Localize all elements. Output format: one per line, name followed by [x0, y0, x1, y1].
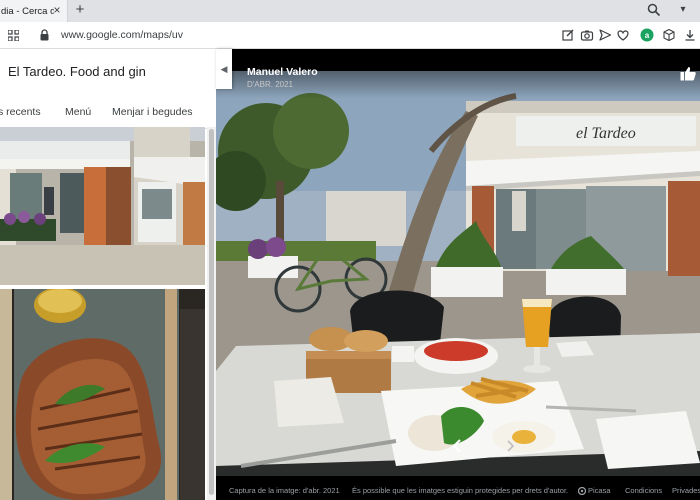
lock-icon	[40, 29, 49, 41]
camera-icon[interactable]	[580, 28, 594, 42]
browser-tab[interactable]: dia - Cerca de ×	[0, 0, 68, 22]
tab-menu[interactable]: Menú	[65, 106, 91, 118]
chevron-left-icon[interactable]	[452, 439, 462, 453]
tab-title: dia - Cerca de	[1, 5, 54, 17]
close-icon[interactable]: ×	[51, 4, 63, 16]
thumbs-up-icon[interactable]	[680, 66, 696, 81]
apps-grid-icon[interactable]	[8, 30, 19, 41]
place-tabs: s recents Menú Menjar i begudes	[0, 99, 216, 129]
svg-text:el Tardeo: el Tardeo	[576, 125, 636, 142]
conditions-link[interactable]: Condicions	[625, 486, 662, 495]
url-field[interactable]: www.google.com/maps/uv	[61, 29, 183, 41]
viewer-footer: Captura de la imatge: d'abr. 2021 És pos…	[216, 476, 700, 500]
svg-text:a: a	[645, 31, 650, 40]
search-icon[interactable]	[647, 3, 661, 17]
capture-date-text: Captura de la imatge: d'abr. 2021	[229, 486, 340, 495]
collapse-panel-button[interactable]: ◀	[216, 49, 232, 89]
photo-author[interactable]: Manuel Valero	[247, 66, 318, 78]
chevron-right-icon[interactable]	[506, 440, 515, 452]
address-bar: www.google.com/maps/uv a	[0, 22, 700, 49]
photo-date: D'ABR. 2021	[247, 80, 293, 89]
storefront-photo-thumbnail[interactable]	[0, 127, 205, 285]
browser-tab-strip: dia - Cerca de × + ▾	[0, 0, 700, 22]
edit-icon[interactable]	[561, 28, 575, 42]
scrollbar-thumb[interactable]	[209, 129, 214, 495]
new-tab-icon[interactable]: +	[72, 2, 88, 18]
place-title: El Tardeo. Food and gin	[8, 64, 146, 79]
tab-food-drinks[interactable]: Menjar i begudes	[112, 106, 193, 118]
chevron-down-icon[interactable]: ▾	[676, 3, 690, 17]
download-icon[interactable]	[683, 28, 697, 42]
place-panel: El Tardeo. Food and gin s recents Menú M…	[0, 49, 216, 500]
send-icon[interactable]	[598, 28, 612, 42]
cube-icon[interactable]	[662, 28, 676, 42]
picasa-link[interactable]: Picasa	[578, 486, 611, 495]
dish-photo-thumbnail[interactable]	[0, 289, 205, 500]
photo-viewer: el Tardeo Manuel Valero D'ABR. 2021 Capt…	[216, 49, 700, 500]
extension-badge-icon[interactable]: a	[640, 28, 654, 42]
heart-icon[interactable]	[616, 28, 630, 42]
privacy-link[interactable]: Privadesa	[672, 486, 700, 495]
copyright-notice: És possible que les imatges estiguin pro…	[352, 486, 569, 495]
picasa-label: Picasa	[588, 486, 611, 495]
picasa-icon	[578, 486, 586, 495]
tab-recents[interactable]: s recents	[0, 106, 41, 118]
restaurant-terrace-photo: el Tardeo	[216, 71, 700, 476]
